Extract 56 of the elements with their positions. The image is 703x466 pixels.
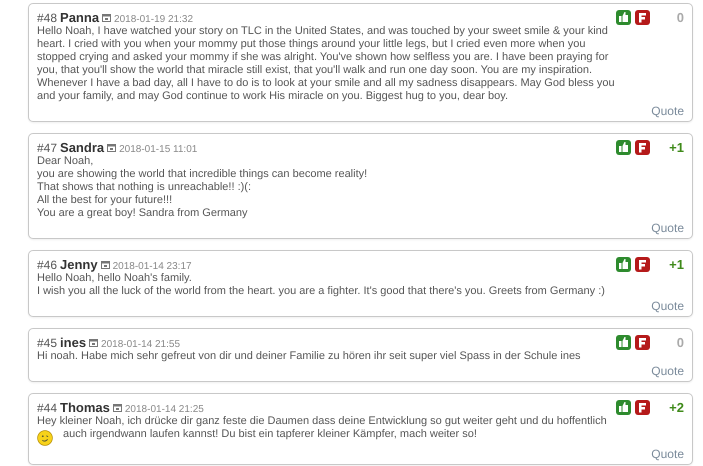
- comment-author: Panna: [60, 10, 100, 25]
- vote-score: +1: [668, 257, 684, 272]
- thumbs-up-icon[interactable]: [616, 257, 631, 272]
- comment-text: Hi noah. Habe mich sehr gefreut von dir und deiner Familie zu hören ihr seit super viel Spass in der Schule ines: [37, 350, 581, 362]
- quote-link[interactable]: Quote: [651, 447, 684, 461]
- quote-link[interactable]: Quote: [651, 364, 684, 378]
- comment-text: you, that you'll show the world that miracle still exist, that you'll walk and run one day soon. You are my inspiration.: [37, 64, 592, 76]
- comment-number: #45: [37, 336, 58, 350]
- comment-text: Hey kleiner Noah, ich drücke dir ganz feste die Daumen dass deine Entwicklung so gut weiter geht und du hoffentlich: [37, 415, 607, 427]
- comment-text: Hello Noah, I have watched your story on TLC in the United States, and was touched by your sweet smile & your kind: [37, 25, 608, 37]
- comment-text: auch irgendwann laufen kannst! Du bist ein tapferer kleiner Kämpfer, mach weiter so!: [63, 428, 477, 441]
- vote-score: 0: [676, 10, 684, 25]
- thumbs-up-icon[interactable]: [616, 10, 631, 25]
- comment-author: Thomas: [60, 400, 110, 415]
- comment-text: You are a great boy! Sandra from Germany: [37, 207, 248, 219]
- thumbs-up-icon[interactable]: [616, 335, 631, 350]
- quote-link[interactable]: Quote: [651, 299, 684, 313]
- comment-date: 2018-01-19 21:32: [114, 14, 194, 25]
- thumbs-down-icon[interactable]: [635, 140, 650, 155]
- comment-author: Jenny: [60, 257, 98, 272]
- quote-link[interactable]: Quote: [651, 221, 684, 235]
- thumbs-up-icon[interactable]: [616, 140, 631, 155]
- comment-date: 2018-01-15 11:01: [119, 144, 198, 155]
- vote-score: +1: [668, 140, 684, 155]
- thumbs-down-icon[interactable]: [635, 257, 650, 272]
- calendar-icon: [89, 338, 98, 347]
- comment-author: ines: [60, 335, 86, 350]
- comment-number: #47: [37, 141, 58, 155]
- comment-text: you are showing the world that incredible things can become reality!: [37, 168, 368, 180]
- comment-number: #44: [37, 401, 58, 415]
- comment-date: 2018-01-14 21:55: [101, 339, 180, 350]
- thumbs-down-icon[interactable]: [635, 10, 650, 25]
- comment-date: 2018-01-14 23:17: [112, 261, 192, 272]
- calendar-icon: [107, 143, 116, 152]
- comment-text: Hello Noah, hello Noah's family.: [37, 272, 192, 284]
- comment-text: heart. I cried with you when your mommy put those things around your little legs, but I cried even more when you: [37, 38, 586, 50]
- comment-number: #46: [37, 258, 58, 272]
- calendar-icon: [102, 13, 112, 22]
- comment-text: I wish you all the luck of the world from the heart. you are a fighter. It's good that there's you. Greets from Germany :): [37, 285, 605, 297]
- comment-text: Dear Noah,: [37, 155, 94, 167]
- comment-author: Sandra: [60, 140, 104, 155]
- comment-text: stopped crying and asked your mommy if she was alright. You've shown how selfless you are. I have been praying for: [37, 51, 608, 63]
- quote-link[interactable]: Quote: [651, 104, 684, 118]
- vote-score: 0: [676, 335, 684, 350]
- comment-text: and your family, and may God continue to work His miracle on you. Biggest hug to you, dear boy.: [37, 90, 508, 102]
- thumbs-down-icon[interactable]: [635, 335, 650, 350]
- comment-text: That shows that nothing is unreachable!! :)(:: [37, 181, 252, 193]
- vote-score: +2: [668, 400, 684, 415]
- calendar-icon: [100, 260, 110, 269]
- thumbs-down-icon[interactable]: [635, 400, 650, 415]
- comment-number: #48: [37, 11, 58, 25]
- comment-text: All the best for your future!!!: [37, 194, 172, 206]
- comment-text: Whenever I have a bad day, all I have to do is to look at your smile and all my sadness disappears. May God bless you: [37, 77, 615, 89]
- comment-date: 2018-01-14 21:25: [124, 404, 204, 415]
- calendar-icon: [112, 403, 122, 412]
- thumbs-up-icon[interactable]: [616, 400, 631, 415]
